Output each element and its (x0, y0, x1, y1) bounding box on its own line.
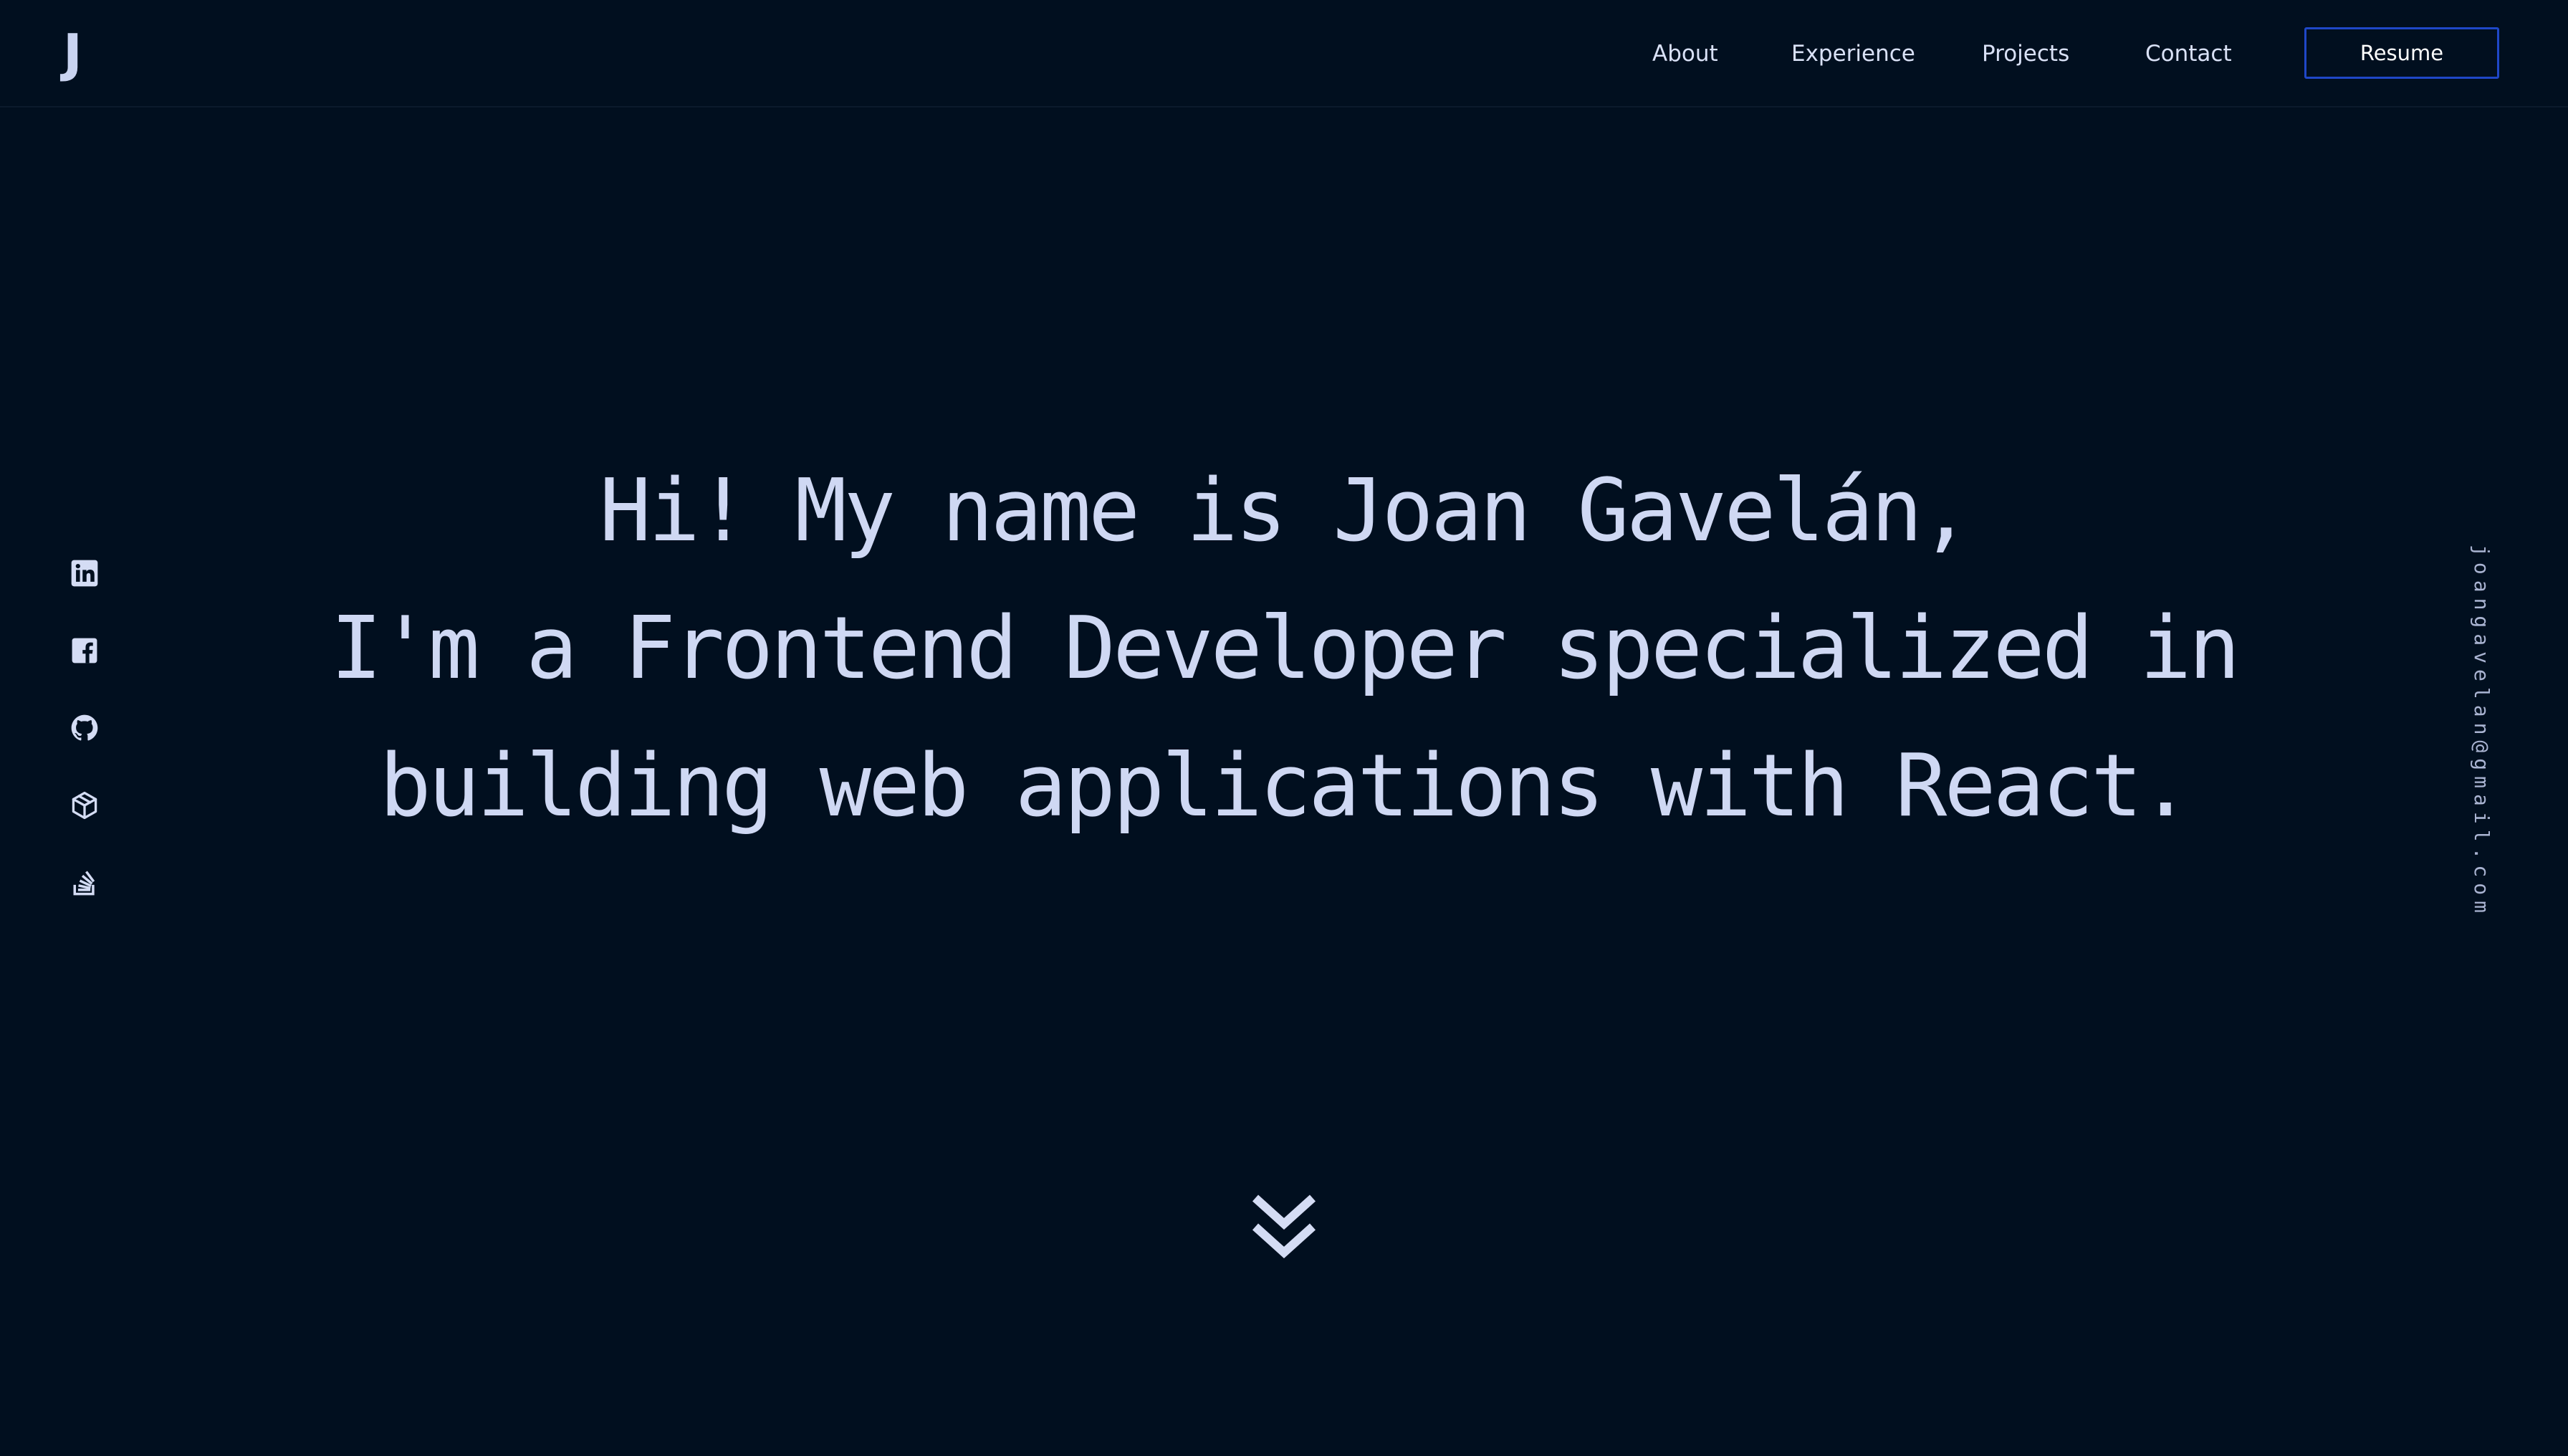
facebook-icon[interactable] (69, 635, 100, 666)
hero-line-1: Hi! My name is Joan Gavelán, (599, 461, 1972, 561)
site-header: J About Experience Projects Contact Resu… (0, 0, 2568, 107)
email-link[interactable]: joangavelan@gmail.com (2470, 545, 2493, 919)
hero-line-3: building web applications with React. (379, 737, 2191, 836)
codesandbox-icon[interactable] (69, 790, 100, 821)
hero-intro: Hi! My name is Joan Gavelán, I'm a Front… (287, 443, 2281, 856)
stackoverflow-icon[interactable] (69, 867, 100, 899)
nav-experience[interactable]: Experience (1791, 36, 1915, 72)
github-icon[interactable] (69, 712, 100, 744)
linkedin-icon[interactable] (69, 557, 100, 589)
nav-projects[interactable]: Projects (1982, 36, 2069, 72)
resume-button[interactable]: Resume (2304, 27, 2499, 79)
nav-contact[interactable]: Contact (2145, 36, 2232, 72)
nav-about[interactable]: About (1652, 36, 1718, 72)
chevrons-down-icon[interactable] (1248, 1189, 1320, 1264)
hero-line-2: I'm a Frontend Developer specialized in (330, 599, 2241, 699)
email-sidebar: joangavelan@gmail.com (2465, 545, 2502, 919)
logo[interactable]: J (63, 23, 82, 83)
